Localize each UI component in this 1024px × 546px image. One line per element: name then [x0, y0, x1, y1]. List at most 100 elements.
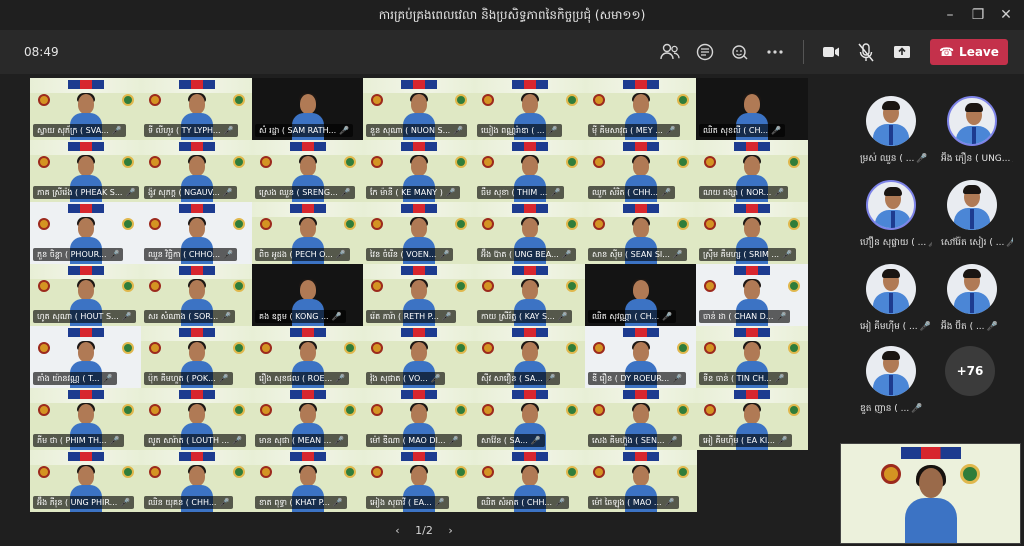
mic-muted-icon: 🎤 [335, 250, 346, 259]
close-icon[interactable]: ✕ [988, 0, 1024, 30]
mic-muted-icon: 🎤 [776, 312, 787, 321]
participant-video-tile[interactable]: កាយ ស្រីរ័ត្ន ( KAY S... 🎤 [474, 264, 586, 326]
organization-logo [455, 94, 467, 106]
participant-video-tile[interactable]: ខាត ពុទ្ធា ( KHAT P... 🎤 [252, 450, 364, 512]
participant-video-tile[interactable]: ស្រ៊ឹម គឹមហ្ស ( SRIM ... 🎤 [696, 202, 808, 264]
mic-muted-icon: 🎤 [441, 312, 452, 321]
participant-avatar[interactable]: អ៊ឹង ភឿន ( UNG...🎤 [941, 96, 1013, 164]
participant-name-label: អៀង សុធាវី ( EA... 🎤 [366, 496, 449, 509]
participant-video-tile[interactable]: រឿង សុខផល ( ROE... 🎤 [252, 326, 364, 388]
participant-video-tile[interactable]: ម៉ៅ ឆៃឡុង ( MAO ... 🎤 [585, 450, 697, 512]
participant-video-tile[interactable]: មាន សុផា ( MEAN ... 🎤 [252, 388, 364, 450]
chevron-left-icon[interactable]: ‹ [395, 524, 399, 537]
organization-logo [344, 218, 356, 230]
leave-button[interactable]: ☎ Leave [930, 39, 1008, 65]
ministry-logo [704, 156, 716, 168]
participant-video-tile[interactable]: ភួន ចិន្តា ( PHOUR... 🎤 [30, 202, 142, 264]
participant-video-tile[interactable]: ភាគ ស្រីរ៉េង ( PHEAK S... 🎤 [30, 140, 142, 202]
participant-video-tile[interactable]: ឈិត សុវណ្ណា ( CH... 🎤 [585, 264, 697, 326]
mic-muted-icon: 🎤 [439, 250, 450, 259]
participant-video-tile[interactable]: ណយ ពង្សា ( NOR... 🎤 [696, 140, 808, 202]
participant-video-tile[interactable]: ឈួន វិច្ឆិកា ( CHHO... 🎤 [141, 202, 253, 264]
ministry-logo [371, 466, 383, 478]
more-icon[interactable] [762, 39, 788, 65]
mic-muted-icon[interactable] [853, 39, 879, 65]
participant-video-tile[interactable]: សាន ស៊ីម ( SEAN SI... 🎤 [585, 202, 697, 264]
meeting-timer: 08:49 [24, 45, 59, 59]
chevron-right-icon[interactable]: › [448, 524, 452, 537]
participant-name-label: ឈិន យុគន ( CHH... 🎤 [144, 496, 234, 509]
avatar-photo [947, 180, 997, 230]
participant-avatar[interactable]: អៀ គីមហ៊ីម ( ... 🎤 [860, 264, 931, 332]
participant-video-tile[interactable]: ឈួក សំរិត ( CHH... 🎤 [585, 140, 697, 202]
participant-video-tile[interactable]: ហូត សុណា ( HOUT S... 🎤 [30, 264, 142, 326]
participant-video-tile[interactable]: សរ សំណាង ( SOR... 🎤 [141, 264, 253, 326]
participant-video-tile[interactable]: សំ រដ្ឋា ( SAM RATH... 🎤 [252, 78, 364, 140]
flags-banner [512, 328, 548, 337]
reactions-icon[interactable] [727, 39, 753, 65]
participant-name-label: អ៊ឹង ប៊ាត ( UNG BEA... 🎤 [477, 248, 576, 261]
flags-banner [68, 142, 104, 151]
participant-video-tile[interactable]: ម៉ី គីមសាវុធ ( MEY ... 🎤 [585, 78, 697, 140]
participant-video-tile[interactable]: សេង គីមហ៊ួង ( SEN... 🎤 [585, 388, 697, 450]
participant-video-tile[interactable]: វៃន ចំរើន ( VOEN... 🎤 [363, 202, 475, 264]
participant-video-tile[interactable]: ស្វាយ សុភ័ក្រ ( SVA... 🎤 [30, 78, 142, 140]
participant-video-tile[interactable]: កែ ម៉ានី ( KE MANY ) 🎤 [363, 140, 475, 202]
organization-logo [677, 218, 689, 230]
participant-video-tile[interactable]: ប៉ុក គីមហួត ( POK... 🎤 [141, 326, 253, 388]
participant-video-tile[interactable]: ចាន់ ដា ( CHAN D... 🎤 [696, 264, 808, 326]
organization-logo [233, 94, 245, 106]
people-icon[interactable] [657, 39, 683, 65]
organization-logo [566, 342, 578, 354]
participant-video-tile[interactable]: រ៉េត ភារ៉ា ( RETH P... 🎤 [363, 264, 475, 326]
flags-banner [68, 80, 104, 89]
flags-banner [401, 328, 437, 337]
ministry-logo [149, 280, 161, 292]
ministry-logo [38, 156, 50, 168]
participant-avatar[interactable]: ម្រស់ ឈួន ( ... 🎤 [860, 96, 928, 164]
chat-icon[interactable] [692, 39, 718, 65]
flags-banner [623, 204, 659, 213]
participant-video-tile[interactable]: នួន សុណា ( NUON S... 🎤 [363, 78, 475, 140]
ministry-logo [482, 466, 494, 478]
participant-video-tile[interactable]: ស៊ីវ សាវឿន ( SA... 🎤 [474, 326, 586, 388]
participant-video-tile[interactable]: ឃៀង ពណ្ណរ៉ាឌា ( ... 🎤 [474, 78, 586, 140]
participant-video-tile[interactable]: សាវ៉ែន ( SA... 🎤 [474, 388, 586, 450]
ministry-logo [371, 156, 383, 168]
share-icon[interactable] [889, 39, 915, 65]
participant-video-tile[interactable]: អៀ គីមហ៊ីម ( EA KI... 🎤 [696, 388, 808, 450]
organization-logo [566, 218, 578, 230]
more-participants-button[interactable]: +76 [945, 346, 995, 396]
participant-video-tile[interactable]: ពិច អូដង ( PECH O... 🎤 [252, 202, 364, 264]
ministry-logo [149, 218, 161, 230]
participant-video-tile[interactable]: អ៊ឹង ប៊ាត ( UNG BEA... 🎤 [474, 202, 586, 264]
participant-video-tile[interactable]: វ៉ុង សុផាត ( VO... 🎤 [363, 326, 475, 388]
participant-avatar[interactable]: ឌួត ញាន ( ... 🎤 [860, 346, 922, 414]
participant-video-tile[interactable]: ង៉ូវ សុភក្ត ( NGAUV... 🎤 [141, 140, 253, 202]
ministry-logo [371, 218, 383, 230]
participant-video-tile[interactable]: ស្រេង ឈួន ( SRENG... 🎤 [252, 140, 364, 202]
participant-video-tile[interactable]: ទីន ចាន់ ( TIN CH... 🎤 [696, 326, 808, 388]
participant-video-tile[interactable]: អ៊ឹង ភីរុន ( UNG PHIR... 🎤 [30, 450, 142, 512]
participant-video-tile[interactable]: ធឹម សុខា ( THIM ... 🎤 [474, 140, 586, 202]
self-view-video[interactable] [840, 443, 1021, 544]
participant-avatar[interactable]: សៅរ៉ែត សៀរ ( ... 🎤 [941, 180, 1013, 248]
participant-video-tile[interactable]: ឌី រឿន ( DY ROEUR... 🎤 [585, 326, 697, 388]
participant-avatar[interactable]: អ៊ឹង ប៊ីត ( ... 🎤 [941, 264, 999, 332]
camera-icon[interactable] [818, 39, 844, 65]
participant-video-tile[interactable]: ឈិន យុគន ( CHH... 🎤 [141, 450, 253, 512]
participant-video-tile[interactable]: លូត សារ៉ាត ( LOUTH ... 🎤 [141, 388, 253, 450]
participant-video-tile[interactable]: ម៉ៅ ឌីណា ( MAO DI... 🎤 [363, 388, 475, 450]
participant-video-tile[interactable]: ភីម ថា ( PHIM TH... 🎤 [30, 388, 142, 450]
participant-name-label: វៃន ចំរើន ( VOEN... 🎤 [366, 248, 454, 261]
participant-video-tile[interactable]: ទី លីហួរ ( TY LYPH... 🎤 [141, 78, 253, 140]
participant-name-label: ធឹម សុខា ( THIM ... 🎤 [477, 186, 565, 199]
participant-avatar[interactable]: ហ៊ឿន សុផ្លាយ ( ...🎤 [860, 180, 932, 248]
participant-video-tile[interactable]: អៀង សុធាវី ( EA... 🎤 [363, 450, 475, 512]
ministry-logo [593, 94, 605, 106]
participant-video-tile[interactable]: តាំង យ៉ានវណ្ណ ( T... 🎤 [30, 326, 142, 388]
participant-video-tile[interactable]: ឈិត សុខលី ( CH... 🎤 [696, 78, 808, 140]
participant-video-tile[interactable]: គង ឧត្តម ( KONG ... 🎤 [252, 264, 364, 326]
flags-banner [401, 452, 437, 461]
participant-video-tile[interactable]: ឈិត សំអាត ( CHH... 🎤 [474, 450, 586, 512]
